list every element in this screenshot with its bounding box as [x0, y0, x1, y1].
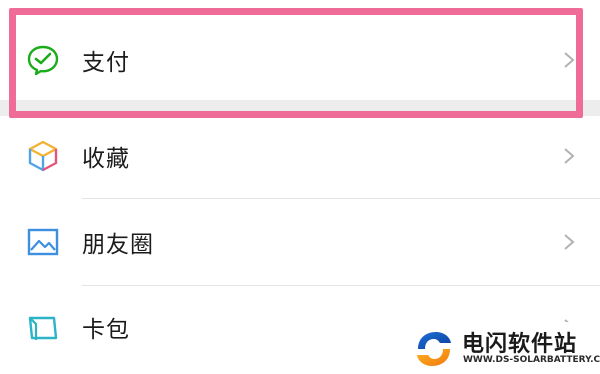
menu-item-label: 支付 [82, 50, 130, 76]
divider [82, 198, 600, 199]
wechat-pay-icon [26, 43, 60, 77]
watermark-url: WWW.DS-SOLARBATTERY.COM [463, 355, 600, 365]
card-wallet-icon [26, 310, 60, 344]
moments-landscape-icon [26, 225, 60, 259]
watermark-logo-icon [417, 332, 451, 366]
menu-item-favorites[interactable]: 收藏 [0, 116, 600, 196]
chevron-right-icon [564, 234, 575, 250]
menu-item-label: 收藏 [82, 146, 130, 172]
section-gap [0, 100, 600, 116]
chevron-right-icon [564, 148, 575, 164]
favorites-cube-icon [26, 139, 60, 173]
watermark-title: 电闪软件站 [462, 332, 578, 357]
chevron-right-icon [564, 52, 575, 68]
watermark: 电闪软件站 WWW.DS-SOLARBATTERY.COM [402, 322, 600, 374]
menu-item-moments[interactable]: 朋友圈 [0, 200, 600, 284]
menu-item-label: 卡包 [82, 317, 130, 343]
menu-item-label: 朋友圈 [82, 232, 154, 258]
menu-item-pay[interactable]: 支付 [0, 20, 600, 100]
divider [82, 285, 600, 286]
